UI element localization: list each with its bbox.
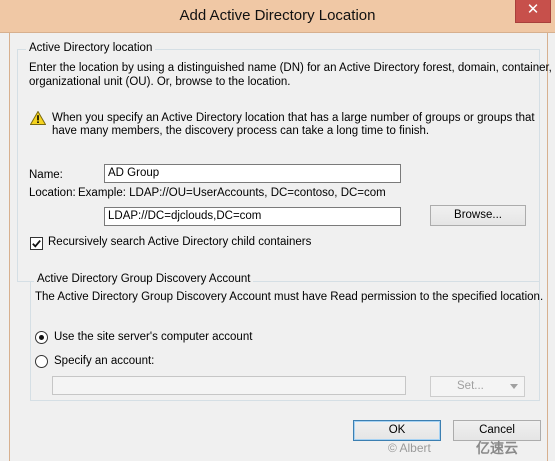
- recursive-checkbox[interactable]: [30, 237, 43, 250]
- location-description-line2: organizational unit (OU). Or, browse to …: [29, 76, 291, 88]
- watermark-brand: 亿速云: [476, 440, 518, 456]
- close-button[interactable]: ✕: [515, 0, 551, 23]
- account-description: The Active Directory Group Discovery Acc…: [35, 291, 544, 303]
- account-group-legend: Active Directory Group Discovery Account: [34, 273, 254, 285]
- location-label: Location:: [29, 187, 76, 199]
- location-input[interactable]: LDAP://DC=djclouds,DC=com: [104, 207, 401, 226]
- browse-button[interactable]: Browse...: [430, 205, 526, 226]
- location-description-line1: Enter the location by using a distinguis…: [29, 62, 555, 74]
- warning-text-line2: have many members, the discovery process…: [52, 125, 430, 137]
- window-title: Add Active Directory Location: [179, 7, 376, 24]
- location-example: Example: LDAP://OU=UserAccounts, DC=cont…: [78, 187, 386, 199]
- location-group-legend: Active Directory location: [26, 42, 156, 54]
- specify-account-radio[interactable]: [35, 355, 48, 368]
- site-server-radio[interactable]: [35, 331, 48, 344]
- radio-selected-dot: [39, 335, 44, 340]
- warning-text-line1: When you specify an Active Directory loc…: [52, 112, 535, 124]
- checkmark-icon: [32, 240, 41, 248]
- title-bar: Add Active Directory Location ✕: [0, 0, 555, 33]
- ok-button[interactable]: OK: [353, 420, 441, 441]
- name-input[interactable]: AD Group: [104, 164, 401, 183]
- watermark-text: © Albert: [388, 441, 431, 455]
- site-server-label[interactable]: Use the site server's computer account: [54, 331, 252, 343]
- set-button[interactable]: Set...: [430, 376, 525, 397]
- chevron-down-icon: [510, 384, 518, 389]
- specify-account-label[interactable]: Specify an account:: [54, 355, 154, 367]
- account-input[interactable]: [52, 376, 406, 395]
- set-button-label: Set...: [457, 380, 484, 392]
- dialog-body: Active Directory location Enter the loca…: [9, 33, 555, 461]
- warning-icon: [30, 111, 46, 125]
- recursive-label[interactable]: Recursively search Active Directory chil…: [48, 236, 311, 248]
- name-label: Name:: [29, 169, 63, 181]
